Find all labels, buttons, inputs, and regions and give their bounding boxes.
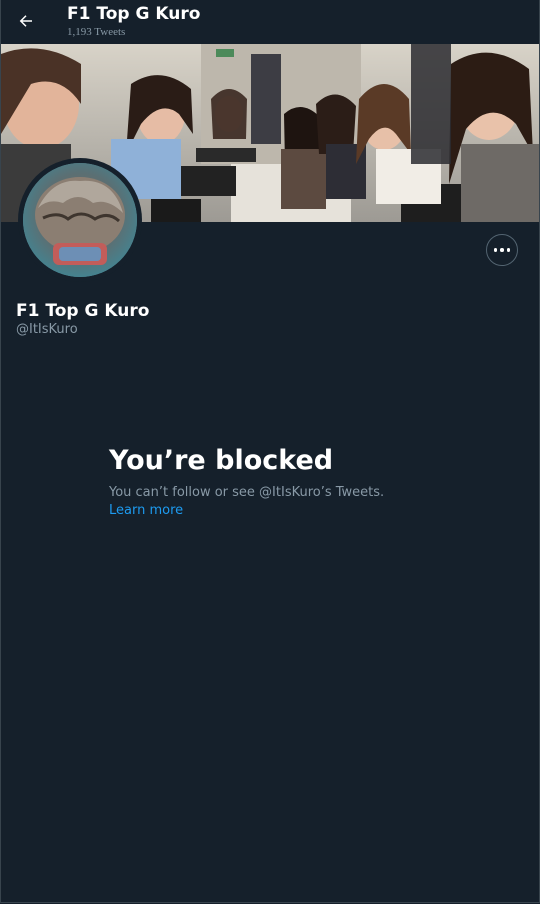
avatar-image xyxy=(23,163,137,277)
avatar-picture xyxy=(23,163,137,277)
header-title: F1 Top G Kuro xyxy=(67,4,201,24)
blocked-title: You’re blocked xyxy=(109,445,334,476)
arrow-left-icon xyxy=(19,15,32,27)
more-dots-icon xyxy=(493,248,511,252)
blocked-message: You can’t follow or see @ItIsKuro’s Twee… xyxy=(109,484,419,520)
back-button[interactable] xyxy=(11,6,41,36)
tweet-count: 1,193 Tweets xyxy=(67,26,126,38)
profile-handle: @ItIsKuro xyxy=(16,322,78,337)
learn-more-link[interactable]: Learn more xyxy=(109,503,183,518)
avatar[interactable] xyxy=(18,158,142,282)
profile-display-name: F1 Top G Kuro xyxy=(16,301,150,321)
profile-page: F1 Top G Kuro 1,193 Tweets F1 Top G Kuro… xyxy=(0,0,540,903)
blocked-message-text: You can’t follow or see @ItIsKuro’s Twee… xyxy=(109,485,385,500)
top-header: F1 Top G Kuro 1,193 Tweets xyxy=(1,0,539,44)
more-options-button[interactable] xyxy=(486,234,518,266)
